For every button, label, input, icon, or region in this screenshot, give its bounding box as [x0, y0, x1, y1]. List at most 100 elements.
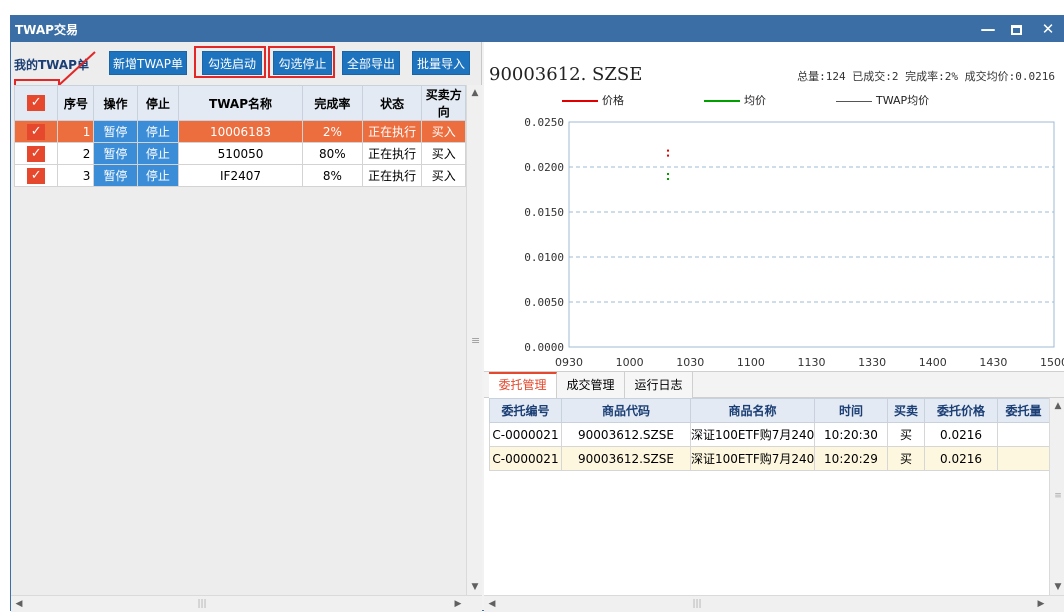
orders-vertical-scrollbar[interactable]: ▲ ≡ ▼ — [1049, 398, 1064, 595]
column-header[interactable]: 商品代码 — [561, 398, 691, 423]
export-all-button[interactable]: 全部导出 — [342, 51, 400, 75]
row-index: 2 — [57, 142, 95, 165]
x-tick-label: 1500 — [1040, 356, 1064, 369]
scroll-thumb-grip-icon[interactable]: ≡ — [1050, 488, 1064, 504]
column-header[interactable]: 委托编号 — [489, 398, 562, 423]
completion-rate: 8% — [301, 164, 363, 187]
x-tick-label: 1030 — [676, 356, 704, 369]
completion-rate: 2% — [301, 120, 363, 143]
data-point — [667, 154, 670, 157]
check-icon: ✓ — [27, 145, 46, 162]
pause-button[interactable]: 暂停 — [93, 142, 138, 165]
minimize-button[interactable]: — — [975, 18, 1001, 40]
x-tick-label: 1000 — [616, 356, 644, 369]
table-row[interactable]: ✓ 1 暂停 停止 10006183 2% 正在执行 买入 — [13, 120, 466, 143]
twap-order-panel: 我的TWAP单 新增TWAP单 勾选启动 勾选停止 全部导出 批量导入 ✓ 序号… — [11, 42, 482, 612]
column-header[interactable]: 时间 — [814, 398, 888, 423]
side: 买入 — [421, 120, 466, 143]
order-price: 0.0216 — [924, 422, 998, 447]
tab-orders[interactable]: 委托管理 — [489, 372, 557, 398]
completion-rate: 80% — [301, 142, 363, 165]
table-row[interactable]: C-0000021 90003612.SZSE 深证100ETF购7月240C … — [489, 446, 1050, 471]
splitter-grip-icon[interactable]: ≡ — [471, 334, 480, 347]
order-time: 10:20:30 — [814, 422, 888, 447]
column-header[interactable]: 委托量 — [997, 398, 1050, 423]
table-row[interactable]: ✓ 3 暂停 停止 IF2407 8% 正在执行 买入 — [13, 164, 466, 187]
product-code: 90003612.SZSE — [561, 446, 691, 471]
order-side: 买 — [887, 422, 925, 447]
row-checkbox[interactable]: ✓ — [13, 164, 59, 187]
column-header[interactable]: 序号 — [57, 85, 95, 121]
orders-horizontal-scrollbar[interactable]: ◀ ||| ▶ — [484, 595, 1064, 612]
horizontal-scrollbar[interactable]: ◀ ||| ▶ — [11, 595, 482, 612]
tab-logs[interactable]: 运行日志 — [625, 372, 693, 398]
column-header[interactable]: 操作 — [93, 85, 138, 121]
side: 买入 — [421, 142, 466, 165]
stop-button[interactable]: 停止 — [136, 120, 180, 143]
product-name: 深证100ETF购7月240C — [690, 446, 815, 471]
check-icon: ✓ — [27, 95, 46, 111]
row-checkbox[interactable]: ✓ — [13, 120, 59, 143]
x-tick-label: 1430 — [979, 356, 1007, 369]
table-header-row: 委托编号 商品代码 商品名称 时间 买卖 委托价格 委托量 — [489, 398, 1050, 423]
scroll-down-icon[interactable]: ▼ — [1050, 579, 1064, 595]
order-id: C-0000021 — [489, 446, 562, 471]
column-header[interactable]: 买卖方向 — [421, 85, 466, 121]
new-twap-button[interactable]: 新增TWAP单 — [109, 51, 187, 75]
order-qty — [997, 422, 1050, 447]
orders-table: 委托编号 商品代码 商品名称 时间 买卖 委托价格 委托量 C-0000021 … — [489, 398, 1050, 471]
product-name: 深证100ETF购7月240C — [690, 422, 815, 447]
scroll-up-icon[interactable]: ▲ — [467, 85, 483, 101]
data-point — [667, 173, 670, 175]
price-chart: 90003612. SZSE 总量:124 已成交:2 完成率:2% 成交均价:… — [484, 42, 1064, 372]
scroll-up-icon[interactable]: ▲ — [1050, 398, 1064, 414]
x-tick-label: 1130 — [798, 356, 826, 369]
column-header[interactable]: 状态 — [361, 85, 423, 121]
column-header[interactable]: TWAP名称 — [178, 85, 303, 121]
table-row[interactable]: ✓ 2 暂停 停止 510050 80% 正在执行 买入 — [13, 142, 466, 165]
order-qty — [997, 446, 1050, 471]
y-tick-label: 0.0100 — [524, 251, 564, 264]
column-header[interactable]: 停止 — [136, 85, 180, 121]
order-id: C-0000021 — [489, 422, 562, 447]
table-row[interactable]: C-0000021 90003612.SZSE 深证100ETF购7月240C … — [489, 422, 1050, 447]
column-header[interactable]: 买卖 — [887, 398, 925, 423]
highlight-box-start — [194, 46, 266, 78]
twap-window: TWAP交易 — ✕ 我的TWAP单 新增TWAP单 勾选启动 勾选停止 全部导… — [10, 15, 1064, 612]
batch-import-button[interactable]: 批量导入 — [412, 51, 470, 75]
y-tick-label: 0.0000 — [524, 341, 564, 354]
maximize-icon — [1010, 24, 1022, 35]
scroll-thumb-grip-icon[interactable]: ||| — [689, 596, 705, 612]
y-tick-label: 0.0250 — [524, 116, 564, 129]
maximize-button[interactable] — [1003, 18, 1029, 40]
pause-button[interactable]: 暂停 — [93, 120, 138, 143]
x-tick-label: 1400 — [919, 356, 947, 369]
x-tick-label: 0930 — [555, 356, 583, 369]
pause-button[interactable]: 暂停 — [93, 164, 138, 187]
scroll-down-icon[interactable]: ▼ — [467, 579, 483, 595]
y-tick-label: 0.0200 — [524, 161, 564, 174]
order-time: 10:20:29 — [814, 446, 888, 471]
data-point — [667, 178, 670, 180]
row-checkbox[interactable]: ✓ — [13, 142, 59, 165]
scroll-left-icon[interactable]: ◀ — [11, 596, 27, 612]
highlight-box-stop — [268, 46, 335, 78]
select-all-checkbox[interactable]: ✓ — [13, 85, 59, 121]
scroll-thumb-grip-icon[interactable]: ||| — [194, 596, 210, 612]
stop-button[interactable]: 停止 — [136, 164, 180, 187]
y-tick-label: 0.0150 — [524, 206, 564, 219]
scroll-right-icon[interactable]: ▶ — [1033, 596, 1049, 612]
status: 正在执行 — [361, 120, 423, 143]
stop-button[interactable]: 停止 — [136, 142, 180, 165]
column-header[interactable]: 委托价格 — [924, 398, 998, 423]
check-icon: ✓ — [27, 167, 46, 184]
twap-name: 510050 — [178, 142, 303, 165]
column-header[interactable]: 完成率 — [301, 85, 363, 121]
scroll-right-icon[interactable]: ▶ — [450, 596, 466, 612]
column-header[interactable]: 商品名称 — [690, 398, 815, 423]
chart-canvas: 0.0250 0.0200 0.0150 0.0100 0.0050 0.0000 0930… — [524, 116, 1064, 369]
tab-trades[interactable]: 成交管理 — [557, 372, 625, 398]
close-button[interactable]: ✕ — [1035, 18, 1061, 40]
scroll-left-icon[interactable]: ◀ — [484, 596, 500, 612]
row-index: 3 — [57, 164, 95, 187]
